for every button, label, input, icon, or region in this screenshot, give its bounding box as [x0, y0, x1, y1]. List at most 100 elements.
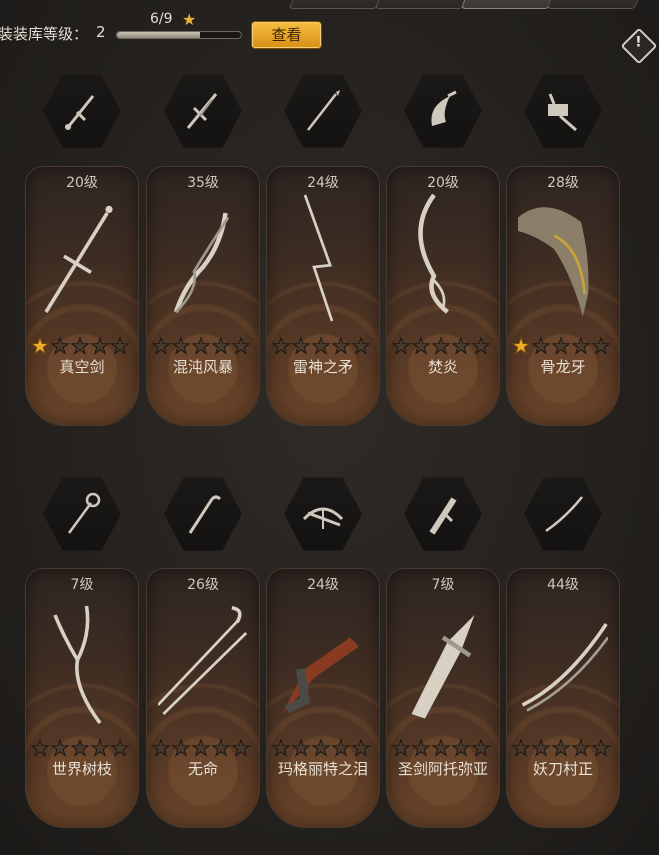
star-empty-icon [391, 738, 411, 757]
weapon-art [398, 188, 488, 328]
view-button[interactable]: 查看 [251, 21, 322, 49]
weapon-art [518, 590, 610, 730]
star-rating [30, 738, 140, 758]
star-empty-icon [110, 738, 130, 757]
weapon-name: 焚炎 [427, 358, 458, 376]
star-empty-icon [30, 738, 50, 757]
weapon-card[interactable]: 28级 骨龙牙 [506, 166, 620, 426]
star-empty-icon [231, 738, 251, 757]
star-empty-icon [151, 738, 171, 757]
star-empty-icon [70, 336, 90, 355]
star-rating [151, 336, 261, 356]
tab-2[interactable] [374, 0, 472, 9]
star-empty-icon [311, 336, 331, 355]
star-empty-icon [471, 738, 491, 757]
star-empty-icon [70, 738, 90, 757]
weapon-art [398, 590, 488, 730]
star-empty-icon [431, 336, 451, 355]
armory-level-value: 2 [96, 23, 106, 41]
star-empty-icon [591, 738, 611, 757]
weapon-name: 骨龙牙 [540, 358, 586, 376]
weapon-name: 无命 [187, 760, 218, 778]
star-empty-icon [110, 336, 130, 355]
weapon-art [37, 188, 127, 328]
progress-fill [117, 32, 200, 38]
armory-level-label: 装装库等级： [0, 25, 89, 43]
tab-3[interactable] [460, 0, 558, 9]
star-empty-icon [571, 738, 591, 757]
weapon-name: 真空剑 [59, 358, 105, 376]
star-empty-icon [351, 738, 371, 757]
star-empty-icon [50, 336, 70, 355]
katana-icon [545, 496, 583, 533]
weapon-art [278, 590, 368, 730]
star-rating [151, 738, 261, 758]
star-empty-icon [411, 336, 431, 355]
weapon-art [37, 590, 127, 730]
curved-blade-icon [431, 90, 457, 126]
greatsword-icon [429, 497, 457, 535]
star-empty-icon [90, 738, 110, 757]
crossbow-icon [302, 507, 344, 529]
weapon-card[interactable]: 44级 妖刀村正 [506, 568, 620, 828]
weapon-card[interactable]: 24级 玛格丽特之泪 [266, 568, 380, 828]
star-empty-icon [291, 336, 311, 355]
star-empty-icon [451, 738, 471, 757]
star-empty-icon [271, 336, 291, 355]
weapon-name: 妖刀村正 [532, 760, 593, 778]
star-empty-icon [311, 738, 331, 757]
star-filled-icon [511, 336, 531, 355]
star-empty-icon [211, 738, 231, 757]
staff-icon [67, 492, 101, 534]
star-empty-icon [551, 738, 571, 757]
star-empty-icon [191, 738, 211, 757]
weapon-name: 玛格丽特之泪 [277, 760, 368, 778]
weapon-art [157, 590, 248, 730]
top-tab-bar [283, 0, 659, 10]
spear-icon [307, 90, 340, 131]
weapon-card[interactable]: 26级 无命 [146, 568, 260, 828]
star-empty-icon [451, 336, 471, 355]
star-filled-icon [30, 336, 50, 355]
star-empty-icon [471, 336, 491, 355]
armory-progress-bar [116, 31, 242, 39]
star-empty-icon [171, 336, 191, 355]
star-empty-icon [271, 738, 291, 757]
star-empty-icon [351, 336, 371, 355]
star-empty-icon [171, 738, 191, 757]
star-rating [271, 738, 381, 758]
weapon-art [518, 188, 608, 328]
weapon-art [158, 188, 248, 328]
star-rating [391, 738, 501, 758]
tab-4[interactable] [546, 0, 644, 9]
star-rating [271, 336, 381, 356]
weapon-card[interactable]: 24级 雷神之矛 [266, 166, 380, 426]
tab-1[interactable] [288, 0, 386, 9]
progress-count: 6/9 [150, 11, 173, 27]
star-empty-icon [231, 336, 251, 355]
star-empty-icon [211, 336, 231, 355]
weapon-card[interactable]: 20级 真空剑 [25, 166, 139, 426]
star-empty-icon [591, 336, 611, 355]
twisted-sword-icon [186, 93, 218, 129]
star-empty-icon [331, 336, 351, 355]
armory-header: 装装库等级： 2 6/9 ★ 查看 [0, 10, 659, 49]
star-empty-icon [331, 738, 351, 757]
star-empty-icon [90, 336, 110, 355]
star-empty-icon [391, 336, 411, 355]
weapon-art [278, 188, 368, 328]
star-empty-icon [191, 336, 211, 355]
star-rating [30, 336, 140, 356]
star-empty-icon [291, 738, 311, 757]
weapon-card[interactable]: 7级 世界树枝 [25, 568, 139, 828]
weapon-name: 圣剑阿托弥亚 [397, 760, 488, 778]
star-icon: ★ [182, 10, 197, 29]
hammer-icon [548, 93, 577, 132]
star-empty-icon [511, 738, 531, 757]
sword-icon [65, 95, 95, 130]
star-empty-icon [50, 738, 70, 757]
star-rating [511, 336, 621, 356]
weapon-card[interactable]: 7级 圣剑阿托弥亚 [386, 568, 500, 828]
weapon-card[interactable]: 35级 混沌风暴 [146, 166, 260, 426]
weapon-card[interactable]: 20级 焚炎 [386, 166, 500, 426]
